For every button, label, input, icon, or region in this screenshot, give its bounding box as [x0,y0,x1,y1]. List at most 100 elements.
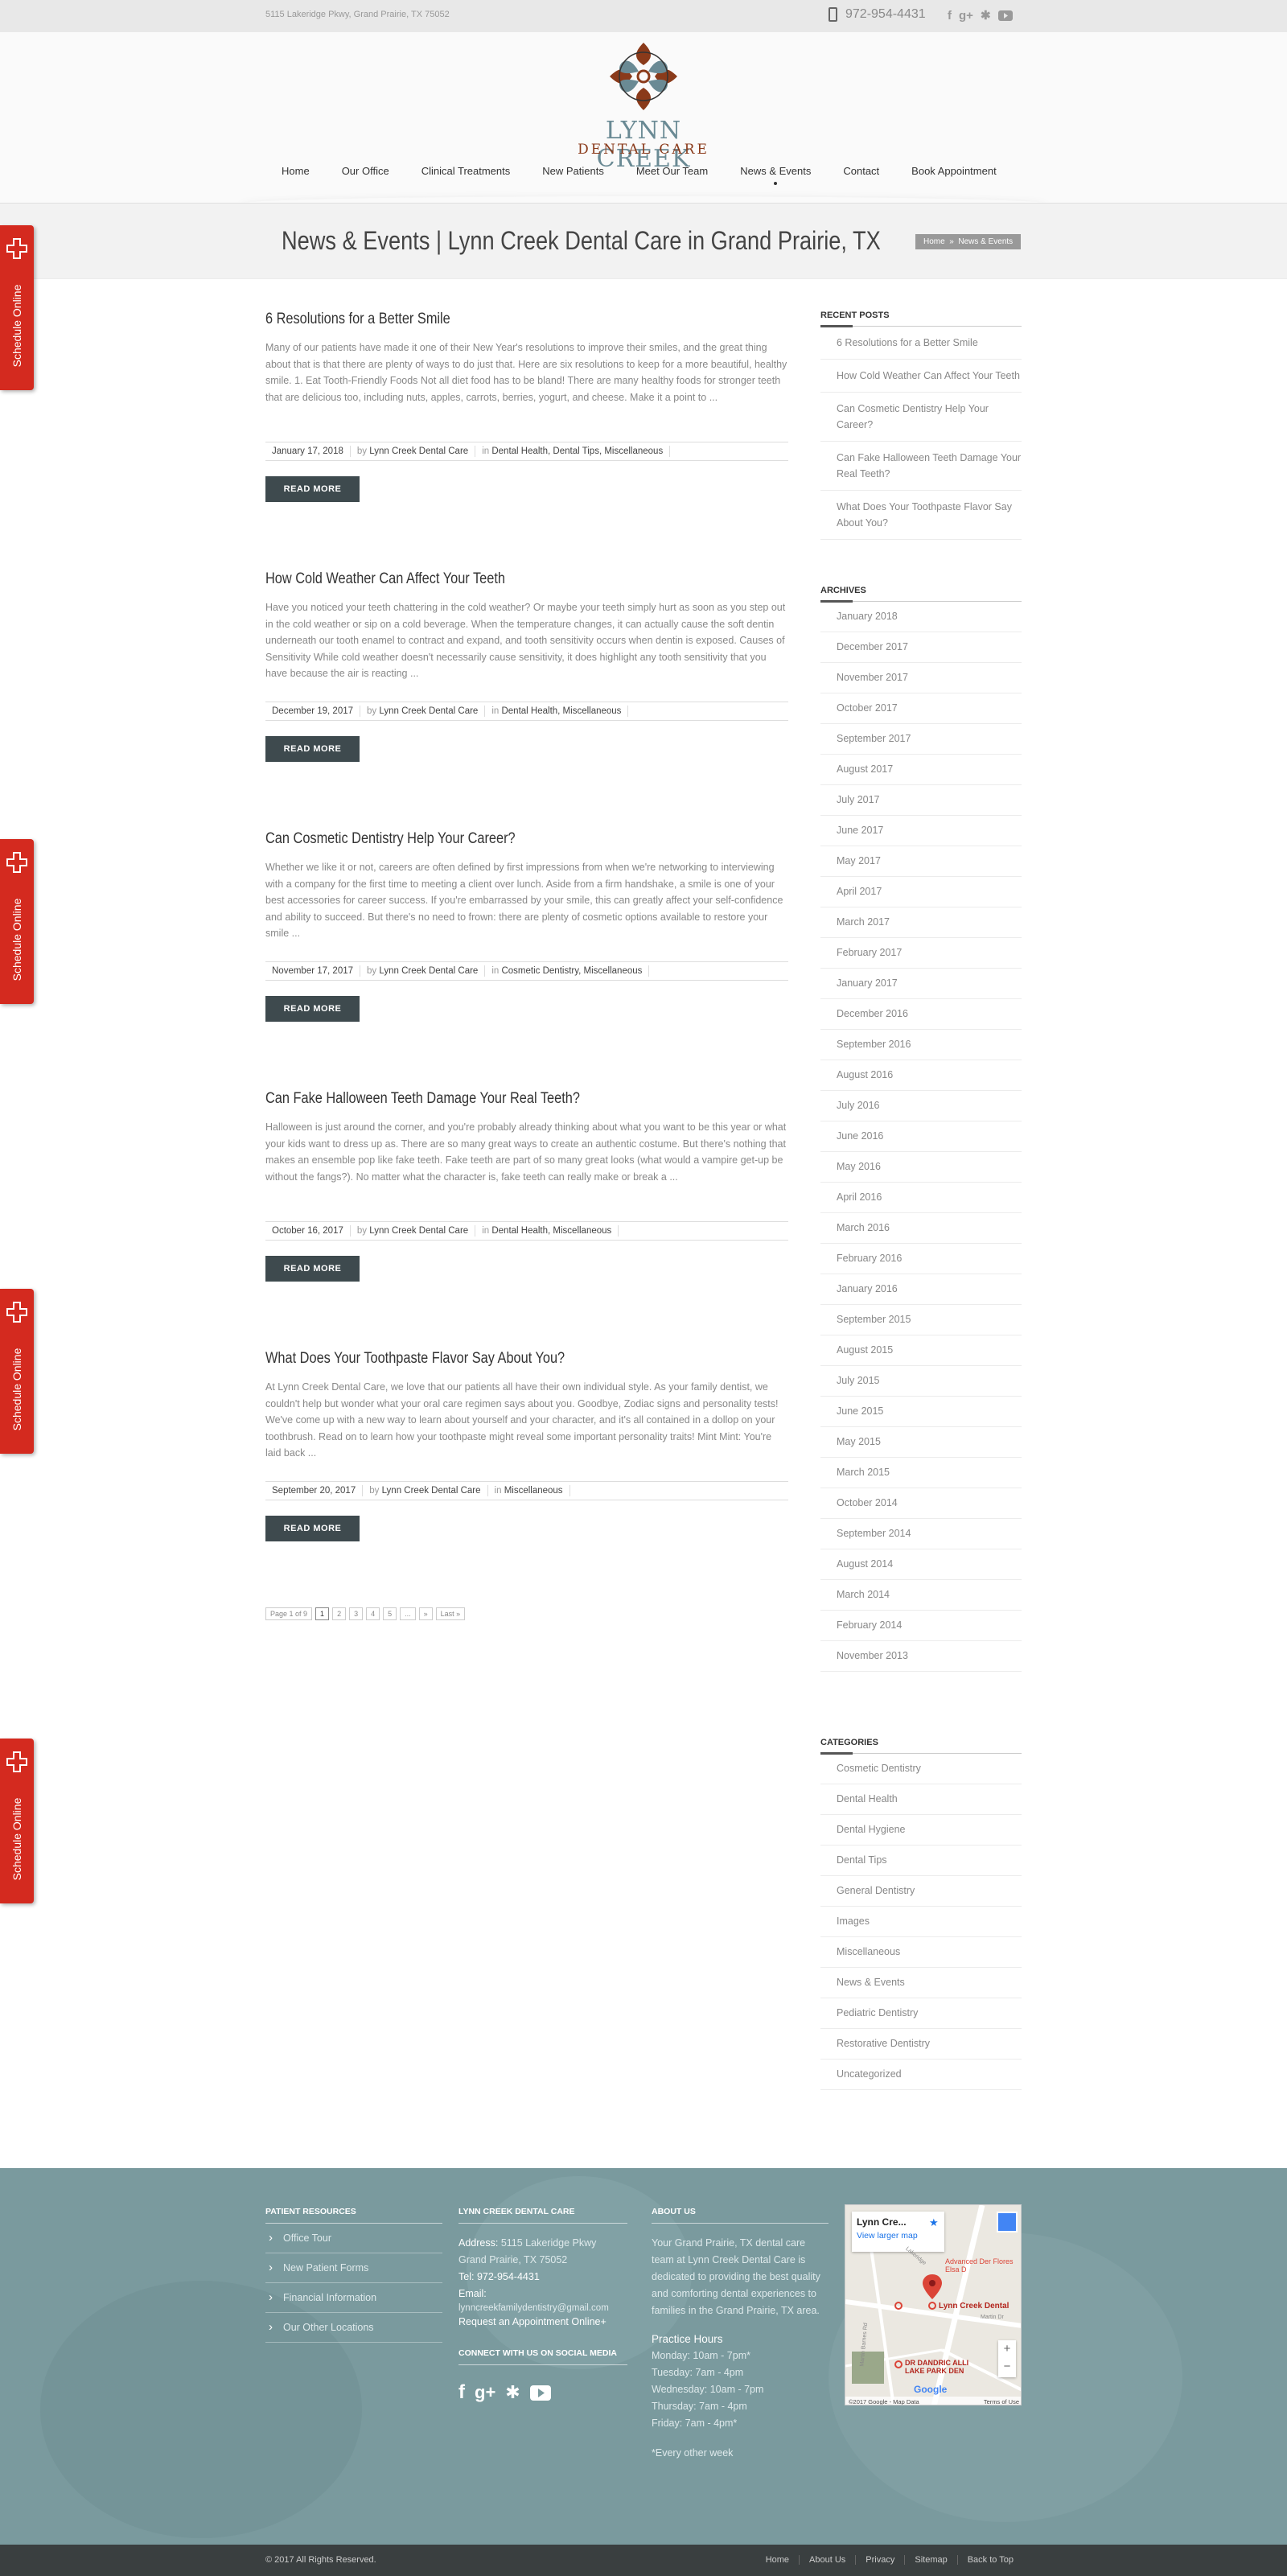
archive-link[interactable]: December 2017 [820,632,1022,663]
facebook-icon[interactable]: f [948,9,952,23]
footer-nav-back-to-top[interactable]: Back to Top [956,2555,1023,2565]
zoom-in-button[interactable]: + [998,2340,1016,2358]
page-5[interactable]: 5 [383,1607,397,1620]
footer-email[interactable]: lynncreekfamilydentistry@gmail.com [458,2302,627,2314]
nav-contact[interactable]: Contact [827,165,895,177]
read-more-button[interactable]: READ MORE [265,476,360,502]
archive-link[interactable]: November 2013 [820,1641,1022,1672]
nav-meet-our-team[interactable]: Meet Our Team [620,165,724,177]
category-link[interactable]: Dental Hygiene [820,1815,1022,1846]
youtube-icon[interactable] [529,2385,551,2401]
youtube-icon[interactable] [997,10,1013,21]
post-categories[interactable]: Dental Health, Miscellaneous [491,1226,611,1236]
archive-link[interactable]: May 2017 [820,846,1022,877]
category-link[interactable]: Restorative Dentistry [820,2029,1022,2060]
page-next[interactable]: » [418,1607,433,1620]
google-plus-icon[interactable]: g+ [959,9,973,23]
facebook-icon[interactable]: f [458,2381,465,2404]
archive-link[interactable]: August 2016 [820,1060,1022,1091]
archive-link[interactable]: September 2015 [820,1305,1022,1335]
archive-link[interactable]: June 2015 [820,1397,1022,1427]
footer-nav-about-us[interactable]: About Us [799,2555,855,2565]
schedule-online-tab[interactable]: Schedule Online [0,839,34,1004]
footer-phone[interactable]: 972-954-4431 [477,2271,540,2282]
archive-link[interactable]: November 2017 [820,663,1022,693]
footer-link-new-patient-forms[interactable]: New Patient Forms [265,2253,442,2283]
post-categories[interactable]: Cosmetic Dentistry, Miscellaneous [501,966,642,976]
category-link[interactable]: Images [820,1907,1022,1937]
archive-link[interactable]: December 2016 [820,999,1022,1030]
zoom-out-button[interactable]: − [998,2358,1016,2376]
street-view-icon[interactable] [997,2212,1018,2232]
recent-post-link[interactable]: Can Cosmetic Dentistry Help Your Career? [820,393,1022,442]
yelp-icon[interactable]: ✱ [505,2382,520,2403]
nav-news-events[interactable]: News & Events [724,165,827,185]
archive-link[interactable]: September 2014 [820,1519,1022,1549]
archive-link[interactable]: September 2017 [820,724,1022,755]
category-link[interactable]: Cosmetic Dentistry [820,1754,1022,1784]
site-logo[interactable]: LYNN CREEK DENTAL CARE [555,40,732,173]
category-link[interactable]: News & Events [820,1968,1022,1998]
archive-link[interactable]: January 2016 [820,1274,1022,1305]
post-author[interactable]: Lynn Creek Dental Care [379,966,478,976]
star-icon[interactable]: ★ [929,2216,939,2229]
archive-link[interactable]: May 2016 [820,1152,1022,1183]
archive-link[interactable]: October 2014 [820,1488,1022,1519]
footer-nav-privacy[interactable]: Privacy [855,2555,904,2565]
archive-link[interactable]: January 2018 [820,602,1022,632]
page-4[interactable]: 4 [366,1607,380,1620]
map-terms-link[interactable]: Terms of Use [984,2398,1019,2405]
read-more-button[interactable]: READ MORE [265,1516,360,1541]
archive-link[interactable]: October 2017 [820,693,1022,724]
footer-nav-sitemap[interactable]: Sitemap [904,2555,956,2565]
archive-link[interactable]: March 2014 [820,1580,1022,1611]
recent-post-link[interactable]: 6 Resolutions for a Better Smile [820,327,1022,360]
nav-new-patients[interactable]: New Patients [526,165,620,177]
archive-link[interactable]: February 2016 [820,1244,1022,1274]
archive-link[interactable]: February 2014 [820,1611,1022,1641]
recent-post-link[interactable]: What Does Your Toothpaste Flavor Say Abo… [820,491,1022,540]
google-plus-icon[interactable]: g+ [475,2382,495,2403]
request-appointment-link[interactable]: Request an Appointment Online+ [458,2314,627,2331]
header-phone[interactable]: 972-954-4431 [829,7,926,22]
archive-link[interactable]: February 2017 [820,938,1022,969]
archive-link[interactable]: August 2017 [820,755,1022,785]
schedule-online-tab[interactable]: Schedule Online [0,225,34,390]
read-more-button[interactable]: READ MORE [265,1256,360,1282]
post-categories[interactable]: Dental Health, Dental Tips, Miscellaneou… [491,446,663,456]
category-link[interactable]: Uncategorized [820,2060,1022,2090]
page-3[interactable]: 3 [349,1607,364,1620]
page-2[interactable]: 2 [332,1607,347,1620]
archive-link[interactable]: May 2015 [820,1427,1022,1458]
archive-link[interactable]: April 2016 [820,1183,1022,1213]
footer-link-other-locations[interactable]: Our Other Locations [265,2313,442,2343]
category-link[interactable]: Dental Tips [820,1846,1022,1876]
view-larger-map-link[interactable]: View larger map [857,2231,940,2241]
read-more-button[interactable]: READ MORE [265,996,360,1022]
category-link[interactable]: Dental Health [820,1784,1022,1815]
post-author[interactable]: Lynn Creek Dental Care [382,1486,481,1496]
post-categories[interactable]: Miscellaneous [504,1486,563,1496]
schedule-online-tab[interactable]: Schedule Online [0,1289,34,1454]
nav-our-office[interactable]: Our Office [326,165,405,177]
archive-link[interactable]: March 2017 [820,907,1022,938]
read-more-button[interactable]: READ MORE [265,736,360,762]
nav-book-appointment[interactable]: Book Appointment [895,165,1013,177]
yelp-icon[interactable]: ✱ [981,8,991,23]
post-title[interactable]: 6 Resolutions for a Better Smile [265,311,715,328]
archive-link[interactable]: July 2016 [820,1091,1022,1121]
archive-link[interactable]: July 2017 [820,785,1022,816]
phone-number[interactable]: 972-954-4431 [845,7,926,22]
nav-clinical-treatments[interactable]: Clinical Treatments [405,165,527,177]
recent-post-link[interactable]: How Cold Weather Can Affect Your Teeth [820,360,1022,393]
archive-link[interactable]: June 2016 [820,1121,1022,1152]
footer-nav-home[interactable]: Home [756,2555,799,2565]
footer-link-financial-information[interactable]: Financial Information [265,2283,442,2313]
archive-link[interactable]: August 2015 [820,1335,1022,1366]
schedule-online-tab[interactable]: Schedule Online [0,1739,34,1903]
post-title[interactable]: What Does Your Toothpaste Flavor Say Abo… [265,1350,715,1368]
post-author[interactable]: Lynn Creek Dental Care [369,1226,468,1236]
breadcrumb-home[interactable]: Home [923,237,945,246]
category-link[interactable]: Pediatric Dentistry [820,1998,1022,2029]
category-link[interactable]: General Dentistry [820,1876,1022,1907]
